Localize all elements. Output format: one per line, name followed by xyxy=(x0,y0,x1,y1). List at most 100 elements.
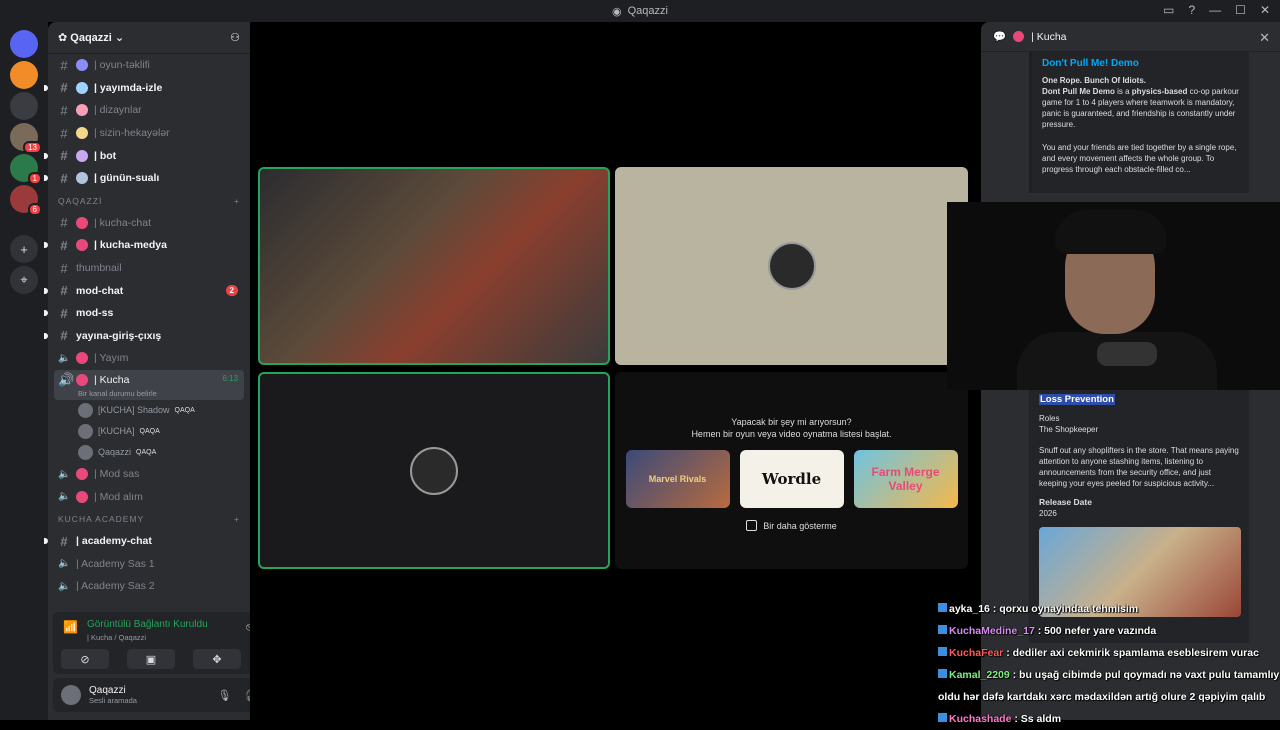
maximize-button[interactable]: ☐ xyxy=(1235,3,1246,17)
text-channel[interactable]: # | yayımda-izle xyxy=(44,77,250,100)
mention-badge: 2 xyxy=(225,285,238,297)
text-channel[interactable]: # thumbnail xyxy=(48,257,250,280)
speaker-icon: 🔈 xyxy=(58,558,71,570)
channel-emoji-icon xyxy=(76,239,88,252)
discover-icon[interactable]: ⌖ xyxy=(10,266,38,294)
text-channel[interactable]: # | oyun-təklifi xyxy=(48,54,250,77)
avatar[interactable] xyxy=(61,685,81,705)
avatar xyxy=(78,444,93,460)
camera-off-button[interactable]: ⊘ xyxy=(61,649,109,669)
voice-channel[interactable]: 🔈 | Academy Sas 2 xyxy=(48,575,250,598)
guild-header[interactable]: ✿ Qaqazzi ⌄ ⚇ xyxy=(48,22,250,54)
role-tag: QAQA xyxy=(136,448,157,456)
chat-message: KuchaMedine_17 : 500 nefer yare vazında xyxy=(938,620,1280,642)
text-channel[interactable]: # mod-chat 2 xyxy=(44,279,250,302)
chat-username: ayka_16 xyxy=(949,603,990,615)
embed2-description: Snuff out any shoplifters in the store. … xyxy=(1039,446,1239,488)
video-tile-camera[interactable] xyxy=(258,167,610,365)
microphone-icon[interactable]: 🎙 xyxy=(217,689,231,702)
embed-title[interactable]: Don't Pull Me! Demo xyxy=(1042,58,1239,69)
game-card[interactable]: Farm Merge Valley xyxy=(853,450,958,508)
server-1-icon[interactable] xyxy=(10,61,38,89)
text-channel[interactable]: # | günün-sualı xyxy=(44,167,250,190)
text-channel[interactable]: # | sizin-hekayələr xyxy=(48,122,250,145)
hash-icon: # xyxy=(60,533,68,549)
server-2-icon[interactable] xyxy=(10,92,38,120)
heart-icon xyxy=(1013,31,1025,42)
voice-user[interactable]: [KUCHA] QAQA xyxy=(48,421,250,442)
screen-share-button[interactable]: ▣ xyxy=(127,649,175,669)
link-embed: Don't Pull Me! Demo One Rope. Bunch Of I… xyxy=(1029,52,1249,193)
text-channel[interactable]: # | dizaynlar xyxy=(48,99,250,122)
dont-show-checkbox[interactable] xyxy=(746,520,758,531)
category-header[interactable]: QAQAZZİ + xyxy=(48,190,250,212)
discord-home-icon[interactable] xyxy=(10,30,38,58)
activity-prompt: Hemen bir oyun veya video oynatma listes… xyxy=(691,429,892,439)
voice-channel-kucha[interactable]: 🔊 | Kucha 6:13 Bir kanal durumu belirle xyxy=(54,369,244,400)
help-icon[interactable]: ? xyxy=(1188,3,1195,17)
inbox-icon[interactable]: ▭ xyxy=(1163,3,1174,17)
channel-label: | sizin-hekayələr xyxy=(94,127,170,140)
window-title: Qaqazzi xyxy=(627,5,668,17)
video-tile-user[interactable] xyxy=(615,167,968,365)
hash-icon: # xyxy=(60,328,68,344)
text-channel[interactable]: # | bot xyxy=(44,144,250,167)
voice-channel[interactable]: 🔈 | Yayım xyxy=(48,347,250,370)
text-channel[interactable]: # | kucha-chat xyxy=(48,212,250,235)
server-5-icon[interactable]: 6 xyxy=(10,185,42,216)
channel-emoji-icon xyxy=(76,81,88,94)
text-channel[interactable]: # yayına-giriş-çıxış xyxy=(44,325,250,348)
voice-channel[interactable]: 🔈 | Mod sas xyxy=(48,463,250,486)
chat-username: Kuchashade xyxy=(949,713,1012,725)
chat-text: : 500 nefer yare vazında xyxy=(1034,625,1157,637)
voice-timer: 6:13 xyxy=(222,373,238,383)
add-channel-icon[interactable]: + xyxy=(234,196,240,206)
channel-label: yayına-giriş-çıxış xyxy=(76,329,162,342)
speaker-icon: 🔈 xyxy=(58,580,71,592)
video-tile-user[interactable] xyxy=(258,372,610,569)
text-channel[interactable]: # | academy-chat xyxy=(44,530,250,553)
notification-badge: 1 xyxy=(27,172,42,185)
channel-label: | kucha-chat xyxy=(94,216,152,229)
channel-emoji-icon xyxy=(76,468,88,481)
channel-label: | oyun-təklifi xyxy=(94,59,150,72)
role-tag: QAQA xyxy=(174,406,195,414)
channel-sidebar: ✿ Qaqazzi ⌄ ⚇ # | oyun-təklifi # | yayımda-… xyxy=(44,22,307,720)
connection-status[interactable]: Görüntülü Bağlantı Kuruldu xyxy=(87,619,208,630)
chat-message: KuchaFear : dediler axi cekmirik spamlam… xyxy=(938,642,1280,664)
chat-message: oldu hər dəfə kartdakı xərc mədaxildən a… xyxy=(938,686,1280,708)
voice-channel[interactable]: 🔈 | Mod alım xyxy=(48,485,250,508)
server-4-icon[interactable]: 1 xyxy=(10,154,42,185)
voice-user[interactable]: [KUCHA] Shadow QAQA xyxy=(48,400,250,421)
roles-value: The Shopkeeper xyxy=(1039,425,1099,434)
game-card[interactable]: Marvel Rivals xyxy=(625,450,730,508)
text-channel[interactable]: # mod-ss xyxy=(44,302,250,325)
add-server-icon[interactable]: + xyxy=(10,235,38,263)
badge-icon xyxy=(938,625,947,634)
minimize-button[interactable]: — xyxy=(1209,3,1221,17)
close-button[interactable]: ✕ xyxy=(1260,3,1270,17)
embed2-title[interactable]: Loss Prevention xyxy=(1039,394,1115,405)
game-card[interactable]: Wordle xyxy=(739,450,844,508)
chat-text: : dediler axi cekmirik spamlama eseblesi… xyxy=(1003,647,1259,659)
speaker-icon: 🔈 xyxy=(58,352,71,364)
voice-user[interactable]: Qaqazzi QAQA xyxy=(48,442,250,463)
panel-title: | Kucha xyxy=(1031,30,1067,43)
activities-button[interactable]: ✥ xyxy=(193,649,241,669)
activity-question: Yapacak bir şey mi arıyorsun? xyxy=(731,417,852,427)
text-channel[interactable]: # | kucha-medya xyxy=(44,234,250,257)
close-icon[interactable]: ✕ xyxy=(1259,30,1270,46)
server-3-icon[interactable]: 13 xyxy=(10,123,42,154)
avatar xyxy=(410,446,458,495)
channel-emoji-icon xyxy=(76,59,88,72)
stream-chat-overlay: ayka_16 : qorxu oynayindaa tehmisim Kucha… xyxy=(938,598,1280,730)
hash-icon: # xyxy=(60,305,68,321)
hash-icon: # xyxy=(60,125,68,141)
add-channel-icon[interactable]: + xyxy=(234,514,240,524)
avatar xyxy=(767,242,816,290)
invite-icon[interactable]: ⚇ xyxy=(230,31,240,44)
channel-emoji-icon xyxy=(76,352,88,365)
channel-status[interactable]: Bir kanal durumu belirle xyxy=(58,389,157,398)
category-header-academy[interactable]: KUCHA ACADEMY + xyxy=(48,508,250,530)
voice-channel[interactable]: 🔈 | Academy Sas 1 xyxy=(48,553,250,576)
